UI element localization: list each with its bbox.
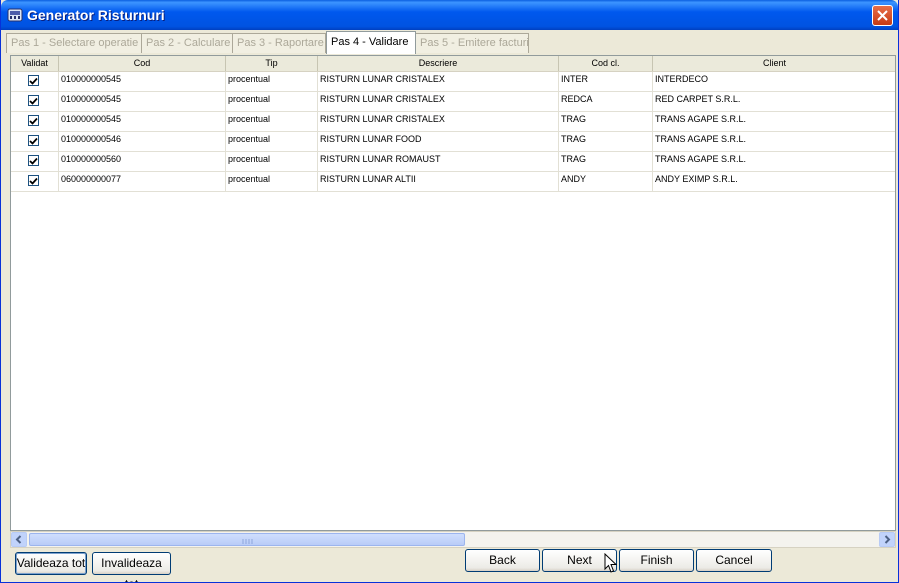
cell-client: ANDY EXIMP S.R.L. [653, 172, 895, 192]
grid-header: Validat Cod Tip Descriere Cod cl. Client [11, 56, 895, 72]
cell-tip: procentual [226, 72, 318, 92]
table-row[interactable]: 010000000546 procentual RISTURN LUNAR FO… [11, 132, 895, 152]
tab-pas-5[interactable]: Pas 5 - Emitere facturi [415, 33, 529, 53]
validation-grid[interactable]: Validat Cod Tip Descriere Cod cl. Client… [10, 55, 896, 531]
cell-cod-cl: INTER [559, 72, 653, 92]
cell-cod-cl: REDCA [559, 92, 653, 112]
arrow-left-icon [15, 535, 22, 544]
cell-descriere: RISTURN LUNAR CRISTALEX [318, 72, 559, 92]
checkmark-icon [29, 97, 38, 105]
cell-descriere: RISTURN LUNAR CRISTALEX [318, 112, 559, 132]
window-title: Generator Risturnuri [27, 7, 165, 23]
title-bar[interactable]: Generator Risturnuri [1, 0, 898, 30]
cell-tip: procentual [226, 112, 318, 132]
cell-descriere: RISTURN LUNAR ALTII [318, 172, 559, 192]
checkmark-icon [29, 117, 38, 125]
cell-cod-cl: ANDY [559, 172, 653, 192]
scroll-thumb[interactable] [29, 533, 465, 546]
table-row[interactable]: 010000000545 procentual RISTURN LUNAR CR… [11, 72, 895, 92]
cell-client: TRANS AGAPE S.R.L. [653, 132, 895, 152]
cell-tip: procentual [226, 92, 318, 112]
checkmark-icon [29, 157, 38, 165]
table-row[interactable]: 060000000077 procentual RISTURN LUNAR AL… [11, 172, 895, 192]
column-header-cod-cl[interactable]: Cod cl. [559, 56, 653, 71]
back-button[interactable]: Back [465, 549, 540, 572]
column-header-descriere[interactable]: Descriere [318, 56, 559, 71]
cell-tip: procentual [226, 152, 318, 172]
column-header-cod[interactable]: Cod [59, 56, 226, 71]
cell-cod-cl: TRAG [559, 152, 653, 172]
cell-cod: 010000000545 [59, 112, 226, 132]
tab-pas-4[interactable]: Pas 4 - Validare [326, 31, 416, 54]
horizontal-scrollbar[interactable] [10, 531, 896, 548]
cell-tip: procentual [226, 172, 318, 192]
validat-checkbox[interactable] [28, 155, 39, 166]
close-icon [877, 10, 888, 21]
app-window-icon [7, 7, 23, 23]
cell-descriere: RISTURN LUNAR FOOD [318, 132, 559, 152]
cell-cod-cl: TRAG [559, 132, 653, 152]
close-button[interactable] [872, 5, 893, 26]
invalidate-all-button[interactable]: Invalideaza tot [92, 552, 171, 582]
cell-descriere: RISTURN LUNAR CRISTALEX [318, 92, 559, 112]
checkmark-icon [29, 177, 38, 185]
validat-checkbox[interactable] [28, 115, 39, 126]
cell-client: TRANS AGAPE S.R.L. [653, 152, 895, 172]
cell-cod: 010000000546 [59, 132, 226, 152]
column-header-validat[interactable]: Validat [11, 56, 59, 71]
cell-cod: 060000000077 [59, 172, 226, 192]
validat-checkbox[interactable] [28, 135, 39, 146]
tab-pas-2[interactable]: Pas 2 - Calculare [141, 33, 233, 53]
grip-icon [242, 539, 253, 544]
tab-pas-3[interactable]: Pas 3 - Raportare [232, 33, 326, 53]
cell-client: TRANS AGAPE S.R.L. [653, 112, 895, 132]
tab-pas-1[interactable]: Pas 1 - Selectare operatie [6, 33, 142, 53]
checkmark-icon [29, 77, 38, 85]
finish-button[interactable]: Finish [619, 549, 694, 572]
validate-all-button[interactable]: Valideaza tot [15, 552, 87, 575]
cell-cod: 010000000545 [59, 92, 226, 112]
cell-client: RED CARPET S.R.L. [653, 92, 895, 112]
mouse-cursor-icon [604, 553, 617, 573]
cell-cod: 010000000545 [59, 72, 226, 92]
scroll-left-button[interactable] [11, 532, 27, 547]
scroll-right-button[interactable] [879, 532, 895, 547]
table-row[interactable]: 010000000545 procentual RISTURN LUNAR CR… [11, 92, 895, 112]
table-row[interactable]: 010000000545 procentual RISTURN LUNAR CR… [11, 112, 895, 132]
arrow-right-icon [884, 535, 891, 544]
cell-cod: 010000000560 [59, 152, 226, 172]
column-header-client[interactable]: Client [653, 56, 895, 71]
validat-checkbox[interactable] [28, 175, 39, 186]
table-row[interactable]: 010000000560 procentual RISTURN LUNAR RO… [11, 152, 895, 172]
wizard-window: Generator Risturnuri Pas 1 - Selectare o… [0, 0, 899, 583]
cell-client: INTERDECO [653, 72, 895, 92]
validat-checkbox[interactable] [28, 95, 39, 106]
cell-tip: procentual [226, 132, 318, 152]
cell-descriere: RISTURN LUNAR ROMAUST [318, 152, 559, 172]
column-header-tip[interactable]: Tip [226, 56, 318, 71]
cell-cod-cl: TRAG [559, 112, 653, 132]
cancel-button[interactable]: Cancel [696, 549, 772, 572]
checkmark-icon [29, 137, 38, 145]
validat-checkbox[interactable] [28, 75, 39, 86]
